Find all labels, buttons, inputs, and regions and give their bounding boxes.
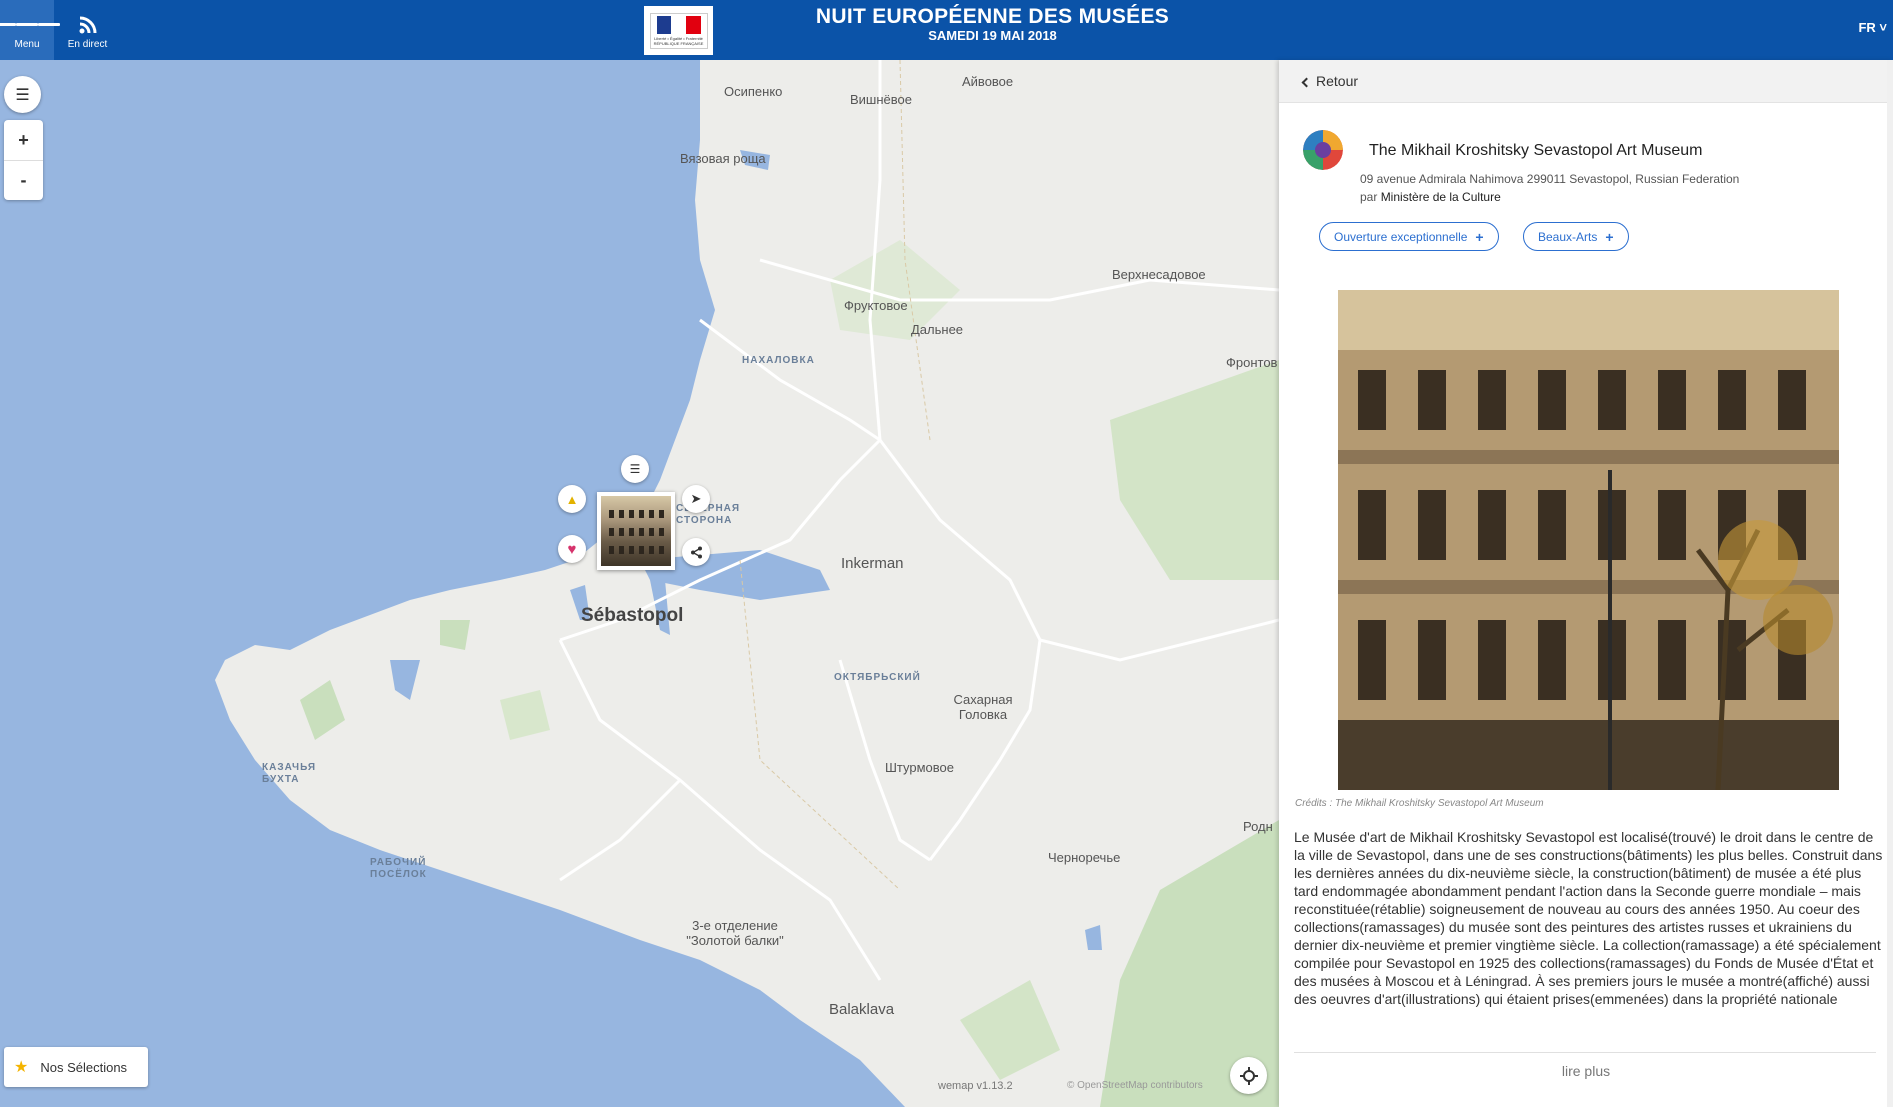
republique-francaise-logo[interactable]: Liberté • Égalité • Fraternité RÉPUBLIQU…	[644, 6, 713, 55]
map-label: Вишнёвое	[850, 92, 912, 107]
plus-icon: +	[1605, 228, 1614, 245]
map-label: ОКТЯБРЬСКИЙ	[834, 672, 921, 683]
tag-label: Beaux-Arts	[1538, 229, 1598, 244]
heart-icon: ♥	[567, 540, 577, 558]
museum-thumbnail	[601, 496, 671, 566]
star-icon: ★	[14, 1059, 29, 1076]
zoom-in-button[interactable]: +	[4, 120, 43, 160]
pin-icon: ▲	[565, 491, 579, 507]
map-label: Айвовое	[962, 74, 1014, 89]
map-label: Фруктовое	[844, 298, 908, 313]
map-label: Черноречье	[1048, 850, 1121, 865]
museum-photo[interactable]	[1338, 290, 1839, 790]
logo-text: Liberté • Égalité • Fraternité RÉPUBLIQU…	[653, 35, 704, 46]
osm-attribution[interactable]: © OpenStreetMap contributors	[1067, 1080, 1203, 1091]
wemap-attribution[interactable]: wemap v1.13.2	[938, 1080, 1013, 1092]
menu-button[interactable]: Menu	[0, 0, 60, 60]
museum-address: 09 avenue Admirala Nahimova 299011 Sevas…	[1360, 172, 1740, 186]
panel-scrollbar[interactable]	[1887, 60, 1893, 1107]
language-selector[interactable]: FR ˅	[1858, 20, 1887, 35]
selections-label: Nos Sélections	[40, 1059, 128, 1075]
map-label: Родн	[1243, 819, 1273, 834]
live-button[interactable]: En direct	[60, 0, 115, 60]
hamburger-icon	[0, 11, 60, 39]
divider	[1294, 1052, 1876, 1053]
details-button[interactable]: ☰	[621, 455, 649, 483]
locate-button[interactable]	[1230, 1057, 1267, 1094]
directions-button[interactable]: ➤	[682, 485, 710, 513]
map-label: Inkerman	[841, 555, 904, 572]
map-label: Осипенко	[724, 84, 783, 99]
chevron-down-icon: ˅	[1879, 20, 1887, 35]
by-prefix: par	[1360, 190, 1378, 204]
map-label: НАХАЛОВКА	[742, 355, 815, 366]
language-label: FR	[1858, 20, 1876, 35]
list-icon: ☰	[629, 462, 641, 476]
organizer-link[interactable]: Ministère de la Culture	[1381, 190, 1501, 204]
map-label: КАЗАЧЬЯ БУХТА	[262, 762, 317, 785]
live-label: En direct	[67, 38, 108, 50]
favorite-button[interactable]: ♥	[558, 535, 586, 563]
museum-name: The Mikhail Kroshitsky Sevastopol Art Mu…	[1369, 142, 1703, 159]
back-label: Retour	[1316, 73, 1359, 89]
tag-ouverture-exceptionnelle[interactable]: Ouverture exceptionnelle +	[1319, 222, 1499, 251]
top-bar: Menu En direct Liberté • Égalité • Frate…	[0, 0, 1893, 60]
selections-button[interactable]: ★ Nos Sélections	[4, 1047, 148, 1087]
map-label: Sébastopol	[581, 605, 684, 626]
zoom-control: + -	[4, 120, 43, 200]
map-label: Balaklava	[829, 1001, 895, 1018]
map-view[interactable]: Осипенко Айвовое Вишнёвое Вязовая роща В…	[0, 60, 1279, 1107]
map-label: Сахарная Головка	[953, 692, 1013, 722]
pin-button[interactable]: ▲	[558, 485, 586, 513]
rss-icon	[78, 11, 98, 39]
zoom-out-button[interactable]: -	[4, 160, 43, 200]
plus-icon: +	[1475, 228, 1484, 245]
organization-logo	[1303, 130, 1343, 170]
tag-label: Ouverture exceptionnelle	[1334, 229, 1468, 244]
map-label: 3-е отделение "Золотой балки"	[686, 918, 784, 948]
list-icon: ☰	[15, 86, 30, 104]
menu-label: Menu	[14, 38, 40, 50]
share-button[interactable]	[682, 538, 710, 566]
read-more-link[interactable]: lire plus	[1279, 1063, 1893, 1079]
tag-beaux-arts[interactable]: Beaux-Arts +	[1523, 222, 1629, 251]
crosshair-icon	[1239, 1066, 1258, 1085]
museum-description: Le Musée d'art de Mikhail Kroshitsky Sev…	[1294, 829, 1883, 1010]
detail-panel: Retour The Mikhail Kroshitsky Sevastopol…	[1279, 60, 1893, 1107]
french-flag-icon	[656, 15, 701, 34]
map-label: Фронтов	[1226, 355, 1278, 370]
event-date: SAMEDI 19 MAI 2018	[928, 28, 1057, 43]
share-icon	[690, 546, 702, 558]
back-link[interactable]: Retour	[1301, 73, 1359, 89]
organizer-line: par Ministère de la Culture	[1360, 190, 1501, 204]
map-canvas	[215, 60, 1279, 1107]
photo-credits: Crédits : The Mikhail Kroshitsky Sevasto…	[1295, 798, 1544, 809]
chevron-left-icon	[1301, 77, 1312, 88]
map-label: Верхнесадовое	[1112, 267, 1206, 282]
map-label: РАБОЧИЙ ПОСЁЛОК	[370, 857, 427, 880]
back-bar: Retour	[1279, 60, 1893, 103]
navigate-icon: ➤	[690, 491, 702, 506]
layers-button[interactable]: ☰	[4, 76, 41, 113]
map-label: Вязовая роща	[680, 151, 766, 166]
page-title: NUIT EUROPÉENNE DES MUSÉES	[815, 5, 1170, 28]
map-label: Дальнее	[911, 322, 964, 337]
museum-marker[interactable]	[597, 492, 675, 570]
map-label: Штурмовое	[885, 760, 954, 775]
